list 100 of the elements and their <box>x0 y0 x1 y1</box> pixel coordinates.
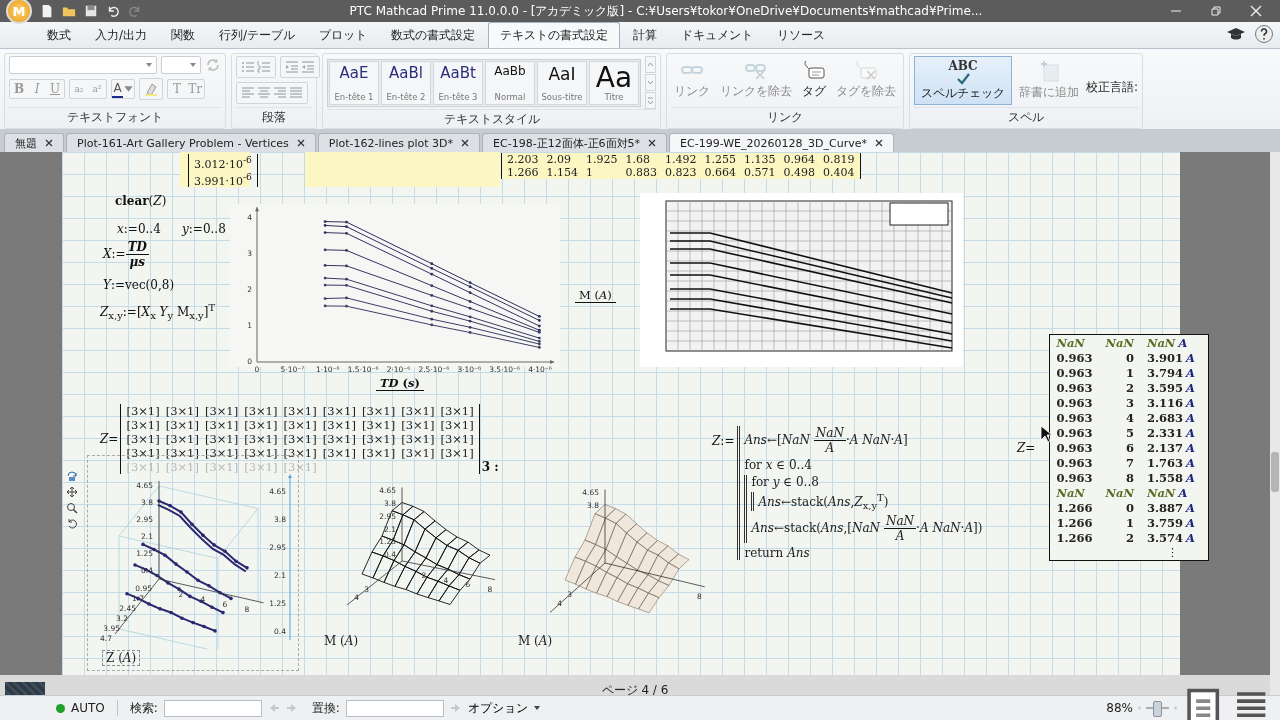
matrix-cell-text: 6 <box>1124 441 1135 455</box>
matrix-cell: [3×1] <box>401 404 435 418</box>
matrix-cell: [3×1] <box>283 432 317 446</box>
matrix-cell: [3×1] <box>165 404 199 418</box>
matrix-cell: [3×1] <box>401 418 435 432</box>
math-expression: Z$_{x,y}$:=[X$_{x}$ Y$_{y}$ M$_{x,y}$]$^{T}$ <box>100 302 216 322</box>
matrix-cell-text: NaN <box>1105 486 1136 500</box>
matrix-cell-text: 0 <box>1124 351 1135 365</box>
matrix-cell: [3×1] <box>322 446 356 460</box>
matrix-cell: 0.823 <box>665 166 697 179</box>
matrix-cell: [3×1] <box>361 432 396 446</box>
program-line: return Ans <box>744 546 811 561</box>
matrix-cell: [3×1] <box>204 418 239 432</box>
matrix-cell-text: 1.266 <box>1056 501 1094 515</box>
matrix-cell-text: 0 <box>1124 501 1135 515</box>
matrix-cell: [3×1] <box>361 418 396 432</box>
group-label: 段落 <box>236 107 312 128</box>
matrix-cell-text: 7 <box>1124 456 1135 470</box>
matrix-cell-text: 3.759 A <box>1146 516 1196 530</box>
matrix-cell: [3×1] <box>126 418 160 432</box>
matrix-cell: [3×1] <box>361 446 396 460</box>
matrix-cell: [3×1] <box>165 418 199 432</box>
x-axis-label: TD (s) <box>376 376 424 391</box>
matrix-cell: [3×1] <box>165 460 199 474</box>
matrix-cell: 0.404 <box>823 166 855 179</box>
matrix-cell: [3×1] <box>283 460 317 474</box>
program-line: Ans←stack(Ans,Z$_{x,y}$$^{T}$) <box>758 492 890 512</box>
matrix-cell: [3×1] <box>440 432 474 446</box>
matrix-cell-text: 0.963 <box>1056 351 1094 365</box>
group-label: スペル <box>914 107 1139 128</box>
plot-label: Z (A) <box>102 650 141 666</box>
matrix-cell: 0.819 <box>823 153 855 166</box>
matrix-cell: 1.492 <box>665 153 697 166</box>
matrix-cell-text: 4 <box>1124 411 1135 425</box>
matrix-cell: [3×1] <box>322 432 356 446</box>
matrix-cell: [3×1] <box>244 460 278 474</box>
matrix-cell: [3×1] <box>283 418 317 432</box>
matrix-cell-text: 3.901 A <box>1146 351 1196 365</box>
matrix-cell: 1.266 <box>507 166 539 179</box>
matrix-cell: 0.964 <box>783 153 815 166</box>
matrix-cell-text: 3.574 A <box>1146 531 1196 545</box>
matrix-cell-text: 2.137 A <box>1146 441 1196 455</box>
matrix-cell-text: 3.794 A <box>1146 366 1196 380</box>
matrix-cell: 0.883 <box>625 166 657 179</box>
plot-label: M (A) <box>324 634 359 648</box>
matrix-cell-text: 2 <box>1124 381 1135 395</box>
matrix-cell-text: 2.09 <box>546 153 572 166</box>
matrix-cell-text: NaN <box>1056 336 1086 350</box>
matrix-cell-text: 2.331 A <box>1146 426 1196 440</box>
math-expression: Z:= <box>712 434 735 448</box>
matrix-cell: 1.925 <box>586 153 618 166</box>
matrix-cell-text: 1 <box>586 166 594 179</box>
matrix-cell-text: 0.963 <box>1056 396 1094 410</box>
replace-label: 置換: <box>311 699 340 717</box>
proofing-language-label: 校正言語: <box>1086 79 1139 96</box>
matrix-cell: 3.991·10$^{-6}$ <box>194 170 252 188</box>
group-label: テキストフォント <box>9 107 221 128</box>
matrix-cell-text: NaN <box>1056 486 1086 500</box>
math-expression: Z= <box>100 432 119 446</box>
matrix-cell: [3×1] <box>361 404 396 418</box>
matrix-cell: [3×1] <box>322 404 356 418</box>
matrix-cell-text: 2.683 A <box>1146 411 1196 425</box>
matrix-cell-text: 0.963 <box>1056 411 1094 425</box>
y-axis-label: M (A) <box>575 288 616 303</box>
matrix-cell: [3×1] <box>126 404 160 418</box>
matrix-cell: 0.498 <box>783 166 815 179</box>
matrix-cell: [3×1] <box>244 432 278 446</box>
matrix-cell: [3×1] <box>401 432 435 446</box>
matrix-cell: [3×1] <box>283 446 317 460</box>
matrix-cell: [3×1] <box>204 432 239 446</box>
matrix-cell: 0.571 <box>744 166 776 179</box>
matrix-cell: [3×1] <box>165 432 199 446</box>
matrix-cell: 1.135 <box>744 153 776 166</box>
matrix-cell: 0.664 <box>704 166 736 179</box>
plot-label: M (A) <box>518 634 553 648</box>
matrix-cell: [3×1] <box>244 418 278 432</box>
matrix-cell: [3×1] <box>440 446 474 460</box>
matrix-cell: [3×1] <box>126 432 160 446</box>
matrix-cell: [3×1] <box>440 418 474 432</box>
matrix-cell-text: 0.963 <box>1056 426 1094 440</box>
matrix-cell: [3×1] <box>283 404 317 418</box>
math-expression: y:=0..8 <box>182 222 226 236</box>
matrix-cell: 3.012·10$^{-6}$ <box>194 154 252 171</box>
more-rows-mark: ⋮ <box>1165 546 1179 559</box>
matrix-cell-text: 3 <box>1124 396 1135 410</box>
matrix-cell-text: 0.963 <box>1056 366 1094 380</box>
matrix-cell: [3×1] <box>204 460 239 474</box>
matrix-cell: [3×1] <box>165 446 199 460</box>
matrix-cell: 1.154 <box>546 166 578 179</box>
matrix-cell-text: 1 <box>1124 366 1135 380</box>
matrix-cell-text: 1.266 <box>1056 531 1094 545</box>
math-expression: Z= <box>1017 440 1036 455</box>
matrix-cell: 2.203 <box>507 153 539 166</box>
matrix-cell-text: 8 <box>1124 471 1135 485</box>
matrix-cell-text: NaN <box>1105 336 1136 350</box>
matrix-cell: [3×1] <box>126 460 160 474</box>
matrix-cell: [3×1] <box>204 446 239 460</box>
program-line: for y ∈ 0..8 <box>751 475 820 489</box>
find-label: 検索: <box>129 699 158 717</box>
matrix-cell: [3×1] <box>244 404 278 418</box>
